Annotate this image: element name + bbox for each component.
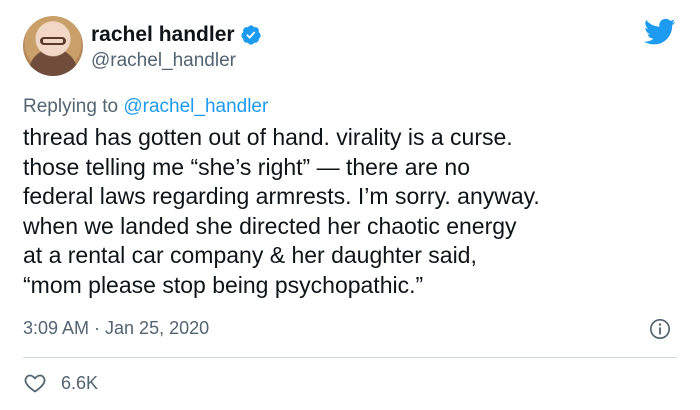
author-name-row: rachel handler xyxy=(91,20,262,50)
verified-badge-icon xyxy=(240,25,261,45)
tweet-line: thread has gotten out of hand. virality … xyxy=(23,124,513,150)
reply-target-link[interactable]: @rachel_handler xyxy=(123,96,268,117)
tweet-text: thread has gotten out of hand. virality … xyxy=(23,123,683,300)
like-action[interactable]: 6.6K xyxy=(23,370,98,396)
author-display-name[interactable]: rachel handler xyxy=(91,23,235,47)
tweet-line: those telling me “she’s right” — there a… xyxy=(23,153,471,180)
replying-to: Replying to @rachel_handler xyxy=(23,96,268,118)
heart-icon[interactable] xyxy=(23,371,47,395)
tweet-line: when we landed she directed her chaotic … xyxy=(23,212,517,239)
avatar-glasses xyxy=(40,37,66,45)
info-icon[interactable] xyxy=(649,318,671,340)
like-count: 6.6K xyxy=(61,372,99,393)
twitter-bird-icon[interactable] xyxy=(644,18,676,46)
tweet-timestamp[interactable]: 3:09 AM · Jan 25, 2020 xyxy=(23,318,209,339)
divider xyxy=(23,357,677,358)
replying-to-prefix: Replying to xyxy=(23,96,124,117)
author-handle[interactable]: @rachel_handler xyxy=(91,50,236,72)
tweet-line: federal laws regarding armrests. I’m sor… xyxy=(23,183,540,209)
tweet-line: at a rental car company & her daughter s… xyxy=(23,242,477,268)
tweet-line: “mom please stop being psychopathic.” xyxy=(23,271,424,298)
tweet-card: rachel handler @rachel_handler Replying … xyxy=(0,0,700,410)
avatar[interactable] xyxy=(23,16,83,76)
